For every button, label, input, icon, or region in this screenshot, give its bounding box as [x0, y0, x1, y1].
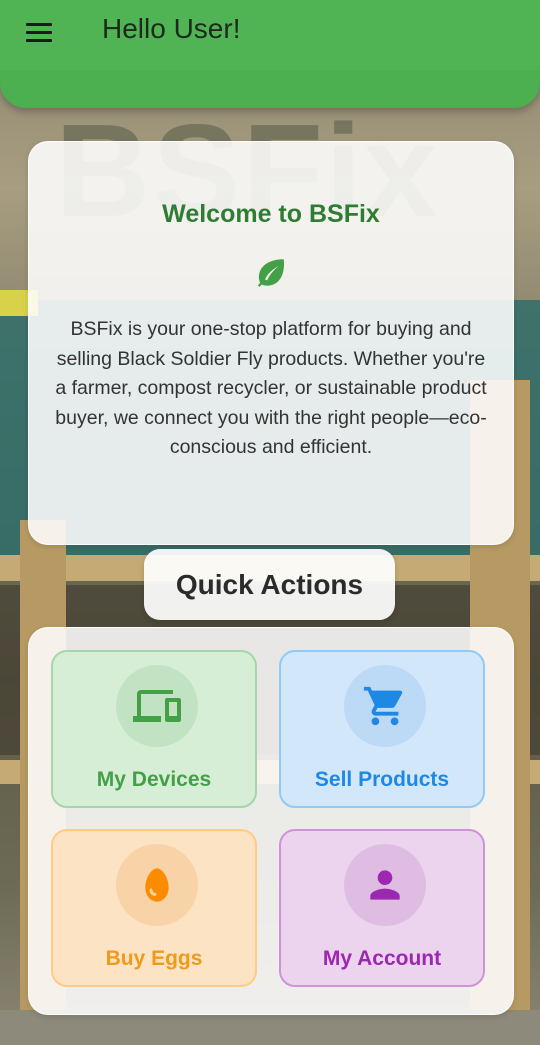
my-account-label: My Account — [322, 947, 442, 970]
buy-eggs-button[interactable]: Buy Eggs — [51, 829, 257, 987]
my-devices-label: My Devices — [96, 768, 212, 791]
sell-products-label: Sell Products — [314, 768, 450, 791]
app-bar: Hello User! — [0, 0, 540, 108]
person-icon — [370, 870, 400, 900]
devices-icon — [133, 690, 181, 722]
quick-actions-card: My Devices Sell Products Buy Eggs My Acc… — [28, 627, 514, 1015]
cart-icon — [363, 686, 403, 726]
leaf-icon — [257, 259, 285, 287]
menu-icon[interactable] — [16, 14, 62, 50]
page-title: Hello User! — [102, 13, 241, 44]
welcome-card: Welcome to BSFix BSFix is your one-stop … — [28, 141, 514, 545]
welcome-description: BSFix is your one-stop platform for buyi… — [55, 318, 487, 458]
welcome-title: Welcome to BSFix — [162, 200, 380, 228]
my-account-button[interactable]: My Account — [279, 829, 485, 987]
my-devices-button[interactable]: My Devices — [51, 650, 257, 808]
buy-eggs-label: Buy Eggs — [105, 947, 203, 970]
egg-icon — [145, 868, 169, 902]
sell-products-button[interactable]: Sell Products — [279, 650, 485, 808]
quick-actions-heading: Quick Actions — [144, 549, 395, 620]
